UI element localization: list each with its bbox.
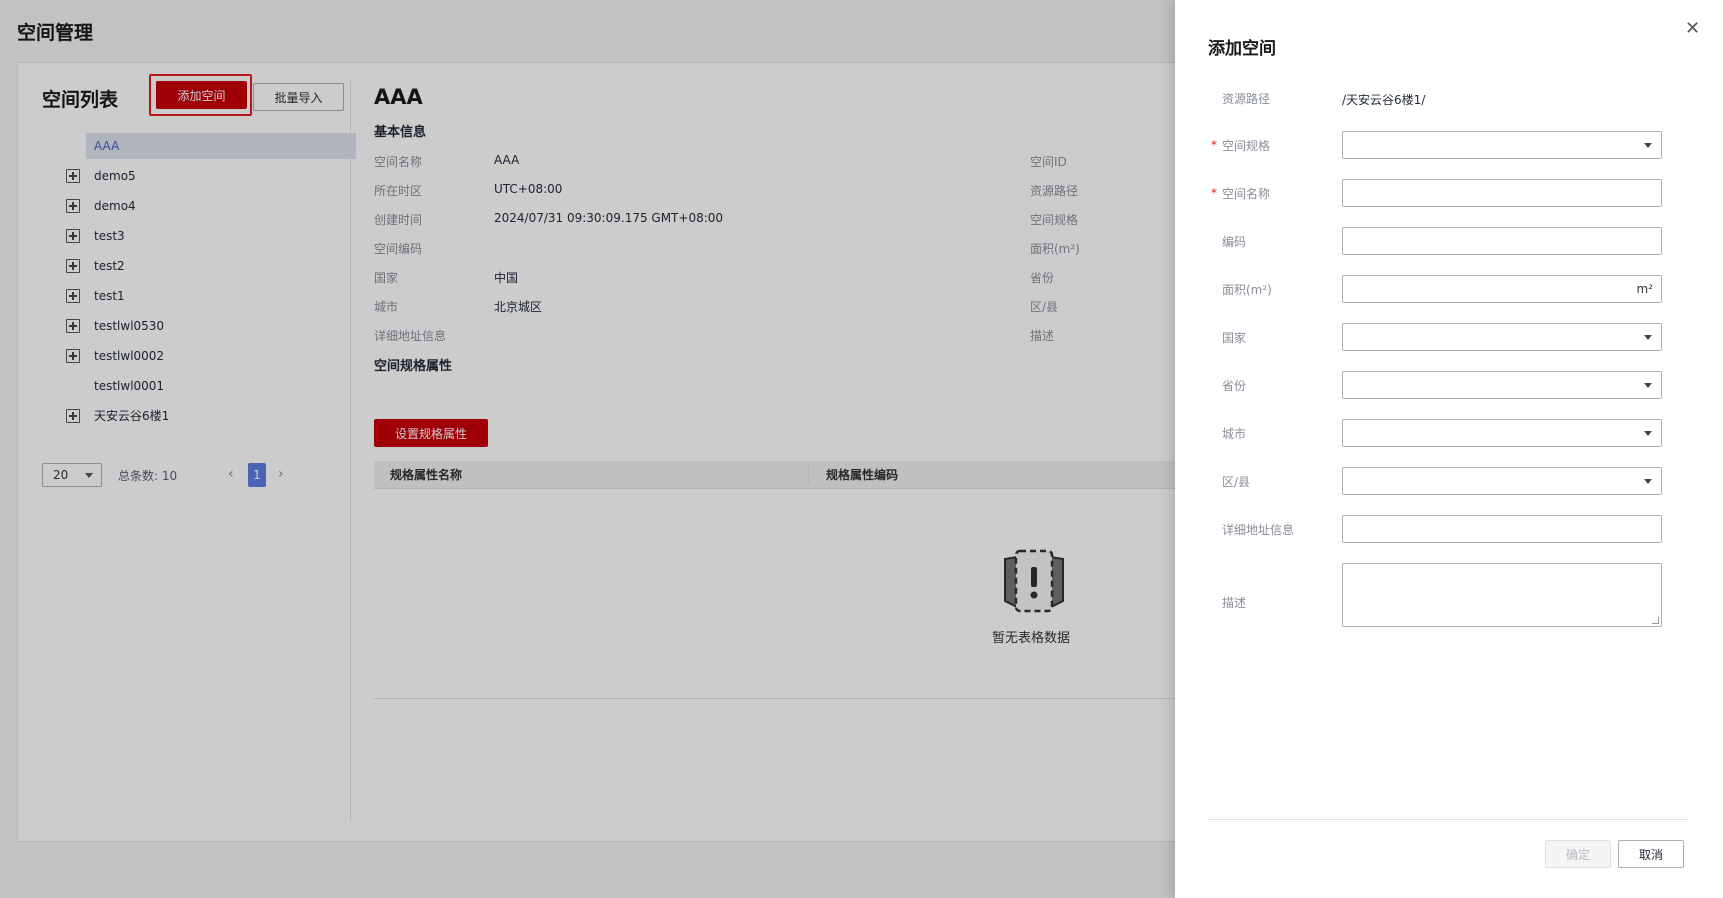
cancel-button[interactable]: 取消 [1618, 840, 1684, 868]
city-select[interactable] [1342, 419, 1662, 447]
chevron-down-icon [1644, 335, 1652, 340]
area-input[interactable]: m² [1342, 275, 1662, 303]
code-input[interactable] [1342, 227, 1662, 255]
form-row-city: 城市 [1208, 419, 1688, 447]
chevron-down-icon [1644, 479, 1652, 484]
form-row-space-name: * 空间名称 [1208, 179, 1688, 207]
chevron-down-icon [1644, 143, 1652, 148]
form-row-description: 描述 [1208, 563, 1688, 627]
country-select[interactable] [1342, 323, 1662, 351]
address-label: 详细地址信息 [1222, 523, 1295, 537]
form-row-code: 编码 [1208, 227, 1688, 255]
space-name-label: 空间名称 [1222, 187, 1271, 201]
chevron-down-icon [1644, 383, 1652, 388]
description-label: 描述 [1222, 596, 1247, 610]
form-row-province: 省份 [1208, 371, 1688, 399]
required-mark: * [1211, 186, 1217, 200]
form-row-resource-path: 资源路径 /天安云谷6楼1/ [1208, 84, 1688, 112]
add-space-drawer: 添加空间 ✕ 资源路径 /天安云谷6楼1/ * 空间规格 * 空间名称 编码 面… [1175, 0, 1723, 898]
confirm-button[interactable]: 确定 [1545, 840, 1611, 868]
district-label: 区/县 [1222, 475, 1251, 489]
space-spec-label: 空间规格 [1222, 139, 1271, 153]
drawer-footer-divider [1208, 819, 1688, 820]
area-unit: m² [1636, 282, 1654, 296]
form-row-address: 详细地址信息 [1208, 515, 1688, 543]
resource-path-label: 资源路径 [1222, 92, 1271, 106]
district-select[interactable] [1342, 467, 1662, 495]
form-row-space-spec: * 空间规格 [1208, 131, 1688, 159]
code-label: 编码 [1222, 235, 1247, 249]
space-name-input[interactable] [1342, 179, 1662, 207]
required-mark: * [1211, 138, 1217, 152]
close-icon[interactable]: ✕ [1685, 18, 1700, 39]
resource-path-value: /天安云谷6楼1/ [1342, 93, 1426, 107]
province-label: 省份 [1222, 379, 1247, 393]
drawer-title: 添加空间 [1208, 39, 1276, 59]
address-input[interactable] [1342, 515, 1662, 543]
description-textarea[interactable] [1342, 563, 1662, 627]
resize-handle-icon[interactable] [1652, 617, 1659, 624]
city-label: 城市 [1222, 427, 1247, 441]
form-row-area: 面积(m²) m² [1208, 275, 1688, 303]
province-select[interactable] [1342, 371, 1662, 399]
form-row-district: 区/县 [1208, 467, 1688, 495]
chevron-down-icon [1644, 431, 1652, 436]
space-spec-select[interactable] [1342, 131, 1662, 159]
form-row-country: 国家 [1208, 323, 1688, 351]
area-label: 面积(m²) [1222, 283, 1272, 297]
country-label: 国家 [1222, 331, 1247, 345]
